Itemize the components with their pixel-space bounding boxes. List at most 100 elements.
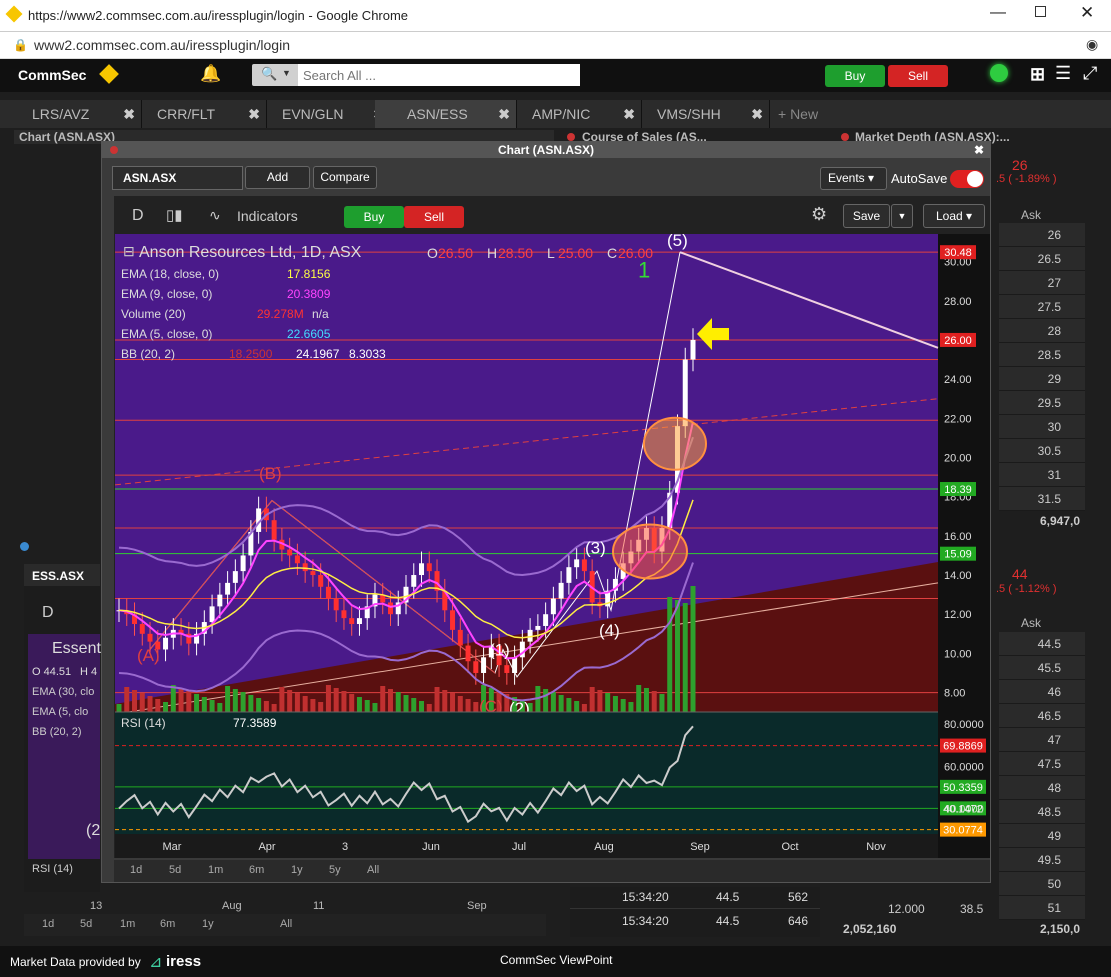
close-window-button[interactable]: ✕: [1080, 3, 1094, 23]
bg-tf-1m[interactable]: 1m: [120, 918, 135, 930]
url-text[interactable]: www2.commsec.com.au/iressplugin/login: [34, 37, 290, 53]
indicators-button[interactable]: Indicators: [237, 208, 298, 224]
caret-down-icon: ▼: [282, 68, 291, 78]
bg-tf-all[interactable]: All: [280, 918, 292, 930]
x-tick: Jul: [512, 841, 526, 853]
tab-amp-nic[interactable]: AMP/NIC ✖: [500, 100, 642, 128]
maximize-button[interactable]: [1035, 6, 1046, 17]
volume-bar: [139, 693, 145, 712]
ask-row: 29.5: [999, 391, 1085, 415]
period-selector[interactable]: D: [132, 207, 144, 225]
tf-1y[interactable]: 1y: [291, 864, 303, 876]
y-tick: 28.00: [944, 296, 972, 308]
candle-body: [465, 645, 471, 662]
ess-high: H 4: [80, 666, 98, 678]
events-dropdown[interactable]: Events ▾: [820, 167, 887, 190]
volume-bar: [310, 699, 316, 712]
volume-bar: [209, 700, 215, 712]
ess-rsi: RSI (14): [32, 863, 73, 875]
volume-bar: [349, 694, 355, 712]
ess-period[interactable]: D: [42, 604, 54, 622]
symbol-input[interactable]: ASN.ASX: [112, 166, 243, 190]
volume-bar: [558, 695, 564, 712]
depth-ask-header-2: Ask: [1021, 616, 1042, 630]
search-scope-button[interactable]: 🔍 ▼: [252, 64, 300, 86]
depth-price: 26: [1012, 157, 1028, 173]
tf-1m[interactable]: 1m: [208, 864, 223, 876]
gear-icon[interactable]: ⚙: [811, 204, 827, 225]
save-button[interactable]: Save: [843, 204, 890, 228]
new-tab-button[interactable]: + New: [778, 106, 818, 122]
address-bar[interactable]: 🔒 www2.commsec.com.au/iressplugin/login …: [0, 32, 1111, 59]
volume-bar: [411, 698, 417, 712]
save-options-caret-icon[interactable]: ▼: [891, 204, 913, 228]
indicators-icon[interactable]: ∿: [209, 207, 221, 224]
chart-buy-button[interactable]: Buy: [344, 206, 404, 228]
autosave-toggle[interactable]: [950, 170, 984, 188]
y-tick: 16.00: [944, 531, 972, 543]
chart-sell-button[interactable]: Sell: [404, 206, 464, 228]
volume-bar: [426, 704, 432, 712]
volume-bar: [271, 704, 277, 712]
tf-5y[interactable]: 5y: [329, 864, 341, 876]
compare-button[interactable]: Compare: [313, 166, 377, 189]
ess-chart-panel: ESS.ASX D Essent O 44.51 H 4 EMA (30, cl…: [24, 564, 101, 892]
menu-icon[interactable]: ☰: [1055, 63, 1071, 84]
workspace-tabs: LRS/AVZ✖ CRR/FLT✖ EVN/GLN✖ ASN/ESS✖ AMP/…: [0, 100, 1111, 128]
y-tick: 20.00: [944, 452, 972, 464]
candle-type-icon[interactable]: ▯▮: [166, 206, 183, 224]
highlight-circle: [612, 523, 688, 580]
load-dropdown[interactable]: Load ▾: [923, 204, 985, 228]
tf-1d[interactable]: 1d: [130, 864, 142, 876]
chart-window-titlebar[interactable]: Chart (ASN.ASX) ✖: [102, 142, 990, 158]
tf-5d[interactable]: 5d: [169, 864, 181, 876]
bg-tf-1y[interactable]: 1y: [202, 918, 214, 930]
volume-bar: [543, 689, 549, 712]
minimize-button[interactable]: —: [990, 4, 1006, 22]
bell-icon[interactable]: 🔔: [200, 64, 221, 84]
table-row: 15:34:20 44.5 562: [570, 887, 820, 909]
bg-tf-1d[interactable]: 1d: [42, 918, 54, 930]
ess-wave-label: (2: [86, 822, 101, 839]
volume-bar: [318, 702, 324, 712]
tf-6m[interactable]: 6m: [249, 864, 264, 876]
add-button[interactable]: Add: [245, 166, 310, 189]
wave-label: (4): [599, 621, 620, 640]
volume-bar: [325, 685, 331, 712]
rsi-value: 77.3589: [233, 716, 277, 730]
ask-row: 49: [999, 824, 1085, 848]
volume-bar: [155, 699, 161, 712]
candle-body: [504, 665, 510, 673]
tf-all[interactable]: All: [367, 864, 379, 876]
add-panel-icon[interactable]: ⊞: [1030, 64, 1045, 85]
tab-crr-flt[interactable]: CRR/FLT ✖: [125, 100, 267, 128]
close-tab-icon[interactable]: ✖: [751, 100, 763, 128]
ask-row: 30: [999, 415, 1085, 439]
volume-bar: [674, 600, 680, 712]
ask-row: 49.5: [999, 848, 1085, 872]
volume-bar: [651, 691, 657, 712]
tab-vms-shh[interactable]: VMS/SHH ✖: [625, 100, 770, 128]
sell-button[interactable]: Sell: [888, 65, 948, 87]
buy-button[interactable]: Buy: [825, 65, 885, 87]
connection-bulb-icon[interactable]: [990, 64, 1008, 82]
tab-lrs-avz[interactable]: LRS/AVZ ✖: [0, 100, 142, 128]
search-input[interactable]: [298, 64, 580, 86]
candle-body: [225, 582, 231, 595]
ess-code[interactable]: ESS.ASX: [24, 564, 100, 586]
depth-total: 6,947,0: [1040, 514, 1081, 528]
x-tick: Oct: [781, 841, 798, 853]
bg-tf-6m[interactable]: 6m: [160, 918, 175, 930]
close-chart-icon[interactable]: ✖: [974, 142, 984, 158]
bg-tf-5d[interactable]: 5d: [80, 918, 92, 930]
eye-icon[interactable]: ◉: [1086, 36, 1098, 53]
x-tick: Sep: [690, 841, 710, 853]
volume-bar: [605, 693, 611, 712]
candle-body: [426, 563, 432, 572]
tab-asn-ess[interactable]: ASN/ESS ✖: [375, 100, 517, 128]
price-chart[interactable]: ⊟ Anson Resources Ltd, 1D, ASX O 26.50 H 28.5…: [115, 234, 990, 858]
expand-icon[interactable]: ⤢: [1083, 63, 1097, 84]
ask-row: 31: [999, 463, 1085, 487]
tab-evn-gln[interactable]: EVN/GLN✖: [250, 100, 392, 128]
candle-body: [690, 339, 696, 360]
